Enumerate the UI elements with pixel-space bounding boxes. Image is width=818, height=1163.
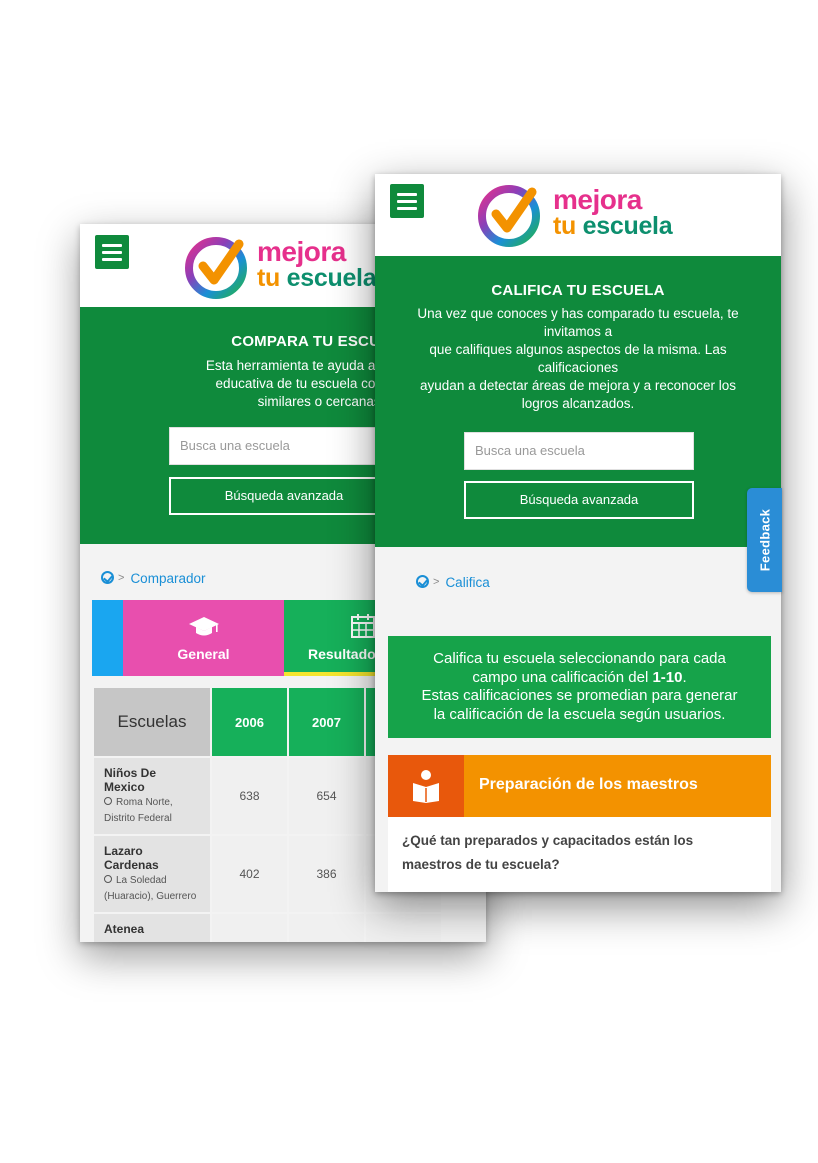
menu-button[interactable] — [95, 235, 129, 269]
school-location: La Soledad — [104, 874, 200, 888]
score-cell: 654 — [289, 758, 364, 834]
hero-section: CALIFICA TU ESCUELA Una vez que conoces … — [375, 256, 781, 547]
score-cell — [212, 914, 287, 942]
hero-desc-line: calificaciones — [537, 360, 619, 375]
logo-word-tu-escuela: tu escuela — [257, 264, 377, 293]
question-card: ¿Qué tan preparados y capacitados están … — [388, 817, 771, 892]
school-location-line: (Huaracio), Guerrero — [104, 891, 197, 902]
instructions-line: Califica tu escuela seleccionando para c… — [433, 650, 726, 667]
hamburger-line — [102, 258, 122, 261]
school-name-line: Cardenas — [104, 858, 159, 872]
instructions-line: campo una calificación del 1-10. — [388, 669, 771, 688]
advanced-search-button[interactable]: Búsqueda avanzada — [169, 477, 399, 515]
breadcrumb-califica[interactable]: Califica — [445, 575, 489, 590]
score-cell: 638 — [212, 758, 287, 834]
hamburger-line — [102, 244, 122, 247]
tab-general-label: General — [177, 646, 230, 662]
school-name-line: Atenea — [104, 922, 145, 936]
instructions-text: . — [682, 668, 687, 686]
question-line: maestros de tu escuela? — [402, 857, 560, 872]
logo-word-escuela: escuela — [286, 264, 377, 292]
score-cell — [289, 914, 364, 942]
score-cell: 386 — [289, 836, 364, 912]
school-location: Roma Norte, — [104, 796, 200, 810]
hero-desc-line: Una vez que conoces y has comparado tu e… — [417, 306, 739, 321]
advanced-search-button[interactable]: Búsqueda avanzada — [464, 481, 694, 519]
califica-content: > Califica Califica tu escuela selecciona… — [375, 547, 781, 892]
instructions-box: Califica tu escuela seleccionando para c… — [388, 636, 771, 738]
school-location-line: La Soledad — [116, 875, 167, 886]
logo-word-escuela: escuela — [582, 212, 673, 240]
hamburger-line — [397, 207, 417, 210]
feedback-label: Feedback — [757, 508, 772, 572]
instructions-line: Estas calificaciones se promedian para g… — [421, 687, 738, 704]
search-input[interactable]: Busca una escuela — [464, 432, 694, 470]
instructions-line: la calificación de la escuela según usua… — [433, 705, 726, 723]
school-cell[interactable]: Niños De Mexico Roma Norte, Distrito Fed… — [94, 758, 210, 834]
tab-general[interactable]: General — [123, 600, 284, 676]
score-cell — [366, 914, 441, 942]
column-header-year: 2007 — [289, 688, 364, 756]
school-cell[interactable]: Atenea — [94, 914, 210, 942]
column-header-escuelas: Escuelas — [94, 688, 210, 756]
question-line: ¿Qué tan preparados y capacitados están … — [402, 833, 694, 848]
logo-word-tu-escuela: tu escuela — [553, 212, 673, 241]
school-location-line: Roma Norte, — [116, 797, 173, 808]
site-logo[interactable]: mejora tu escuela — [476, 178, 736, 248]
location-pin-icon — [104, 797, 112, 805]
logo-word-tu: tu — [553, 212, 576, 240]
header-bar: mejora tu escuela — [375, 174, 781, 257]
home-check-icon[interactable] — [416, 575, 429, 588]
graduation-cap-icon — [189, 617, 219, 636]
hero-desc-line: que califiques algunos aspectos de la mi… — [429, 342, 727, 357]
breadcrumb-separator: > — [118, 572, 125, 584]
reading-person-icon — [413, 770, 439, 803]
hero-desc-line: ayudan a detectar áreas de mejora y a re… — [420, 378, 736, 393]
hero-title: CALIFICA TU ESCUELA — [491, 282, 665, 299]
logo-check-icon — [478, 185, 540, 247]
breadcrumb: > Califica — [416, 575, 490, 590]
hero-description: Una vez que conoces y has comparado tu e… — [395, 305, 761, 413]
hamburger-line — [397, 200, 417, 203]
menu-button[interactable] — [390, 184, 424, 218]
section-title: Preparación de los maestros — [479, 776, 698, 793]
score-cell: 402 — [212, 836, 287, 912]
instructions-text: campo una calificación del — [472, 668, 653, 686]
hero-desc-line: invitamos a — [543, 324, 613, 339]
logo-word-tu: tu — [257, 264, 280, 292]
calendar-icon — [351, 614, 375, 638]
hamburger-line — [102, 251, 122, 254]
school-cell[interactable]: Lazaro Cardenas La Soledad (Huaracio), G… — [94, 836, 210, 912]
breadcrumb-comparador[interactable]: Comparador — [130, 571, 205, 586]
section-header-preparacion[interactable]: Preparación de los maestros — [388, 755, 771, 817]
home-check-icon[interactable] — [101, 571, 114, 584]
school-location-line: Distrito Federal — [104, 813, 172, 824]
logo-check-icon — [185, 237, 247, 299]
tab-previous[interactable] — [92, 600, 123, 676]
hero-desc-line: logros alcanzados. — [521, 396, 635, 411]
califica-screen: mejora tu escuela CALIFICA TU ESCUELA Un… — [375, 174, 781, 892]
column-header-year: 2006 — [212, 688, 287, 756]
location-pin-icon — [104, 875, 112, 883]
feedback-button[interactable]: Feedback — [747, 488, 782, 592]
section-icon-box — [388, 755, 464, 817]
school-name-line: Lazaro — [104, 844, 143, 858]
table-row: Atenea — [94, 914, 441, 942]
breadcrumb-separator: > — [433, 576, 440, 588]
hamburger-line — [397, 193, 417, 196]
rating-range: 1-10 — [652, 668, 683, 686]
school-name-line: Niños De — [104, 766, 157, 780]
breadcrumb: > Comparador — [101, 571, 205, 586]
school-name-line: Mexico — [104, 780, 145, 794]
search-input[interactable]: Busca una escuela — [169, 427, 399, 465]
